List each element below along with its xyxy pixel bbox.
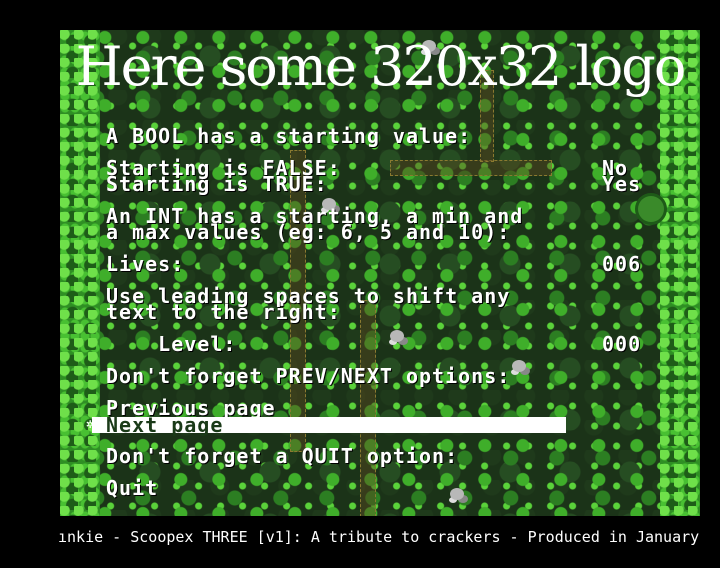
dirt-path	[360, 300, 376, 516]
lives-label[interactable]: Lives:	[106, 254, 184, 274]
logo-placeholder: Here some 320x32 logo	[75, 35, 687, 98]
rock	[390, 330, 404, 342]
level-value[interactable]: 000	[602, 334, 641, 354]
rock	[450, 488, 464, 500]
dirt-path	[390, 160, 552, 176]
level-label[interactable]: Level:	[106, 334, 236, 354]
scroll-text: ınkie - Scoopex THREE [v1]: A tribute to…	[58, 528, 700, 546]
quit-option[interactable]: Quit	[106, 478, 158, 498]
prevnext-heading: Don't forget PREV/NEXT options:	[106, 364, 511, 388]
shift-line2: text to the right:	[106, 300, 341, 324]
tree	[638, 196, 664, 222]
bool-heading: A BOOL has a starting value:	[106, 124, 472, 148]
starting-true-label[interactable]: Starting is TRUE:	[106, 174, 328, 194]
sparkle-icon: ✲	[86, 416, 95, 432]
next-page-option[interactable]: Next page	[106, 415, 223, 435]
starting-true-value[interactable]: Yes	[602, 174, 641, 194]
rock	[512, 360, 526, 372]
quit-heading: Don't forget a QUIT option:	[106, 444, 459, 468]
lives-value[interactable]: 006	[602, 254, 641, 274]
sparkle-icon: ✲	[558, 416, 567, 432]
int-heading-line2: a max values (eg: 6, 5 and 10):	[106, 220, 511, 244]
foliage-border-left	[60, 30, 100, 516]
foliage-border-right	[660, 30, 700, 516]
